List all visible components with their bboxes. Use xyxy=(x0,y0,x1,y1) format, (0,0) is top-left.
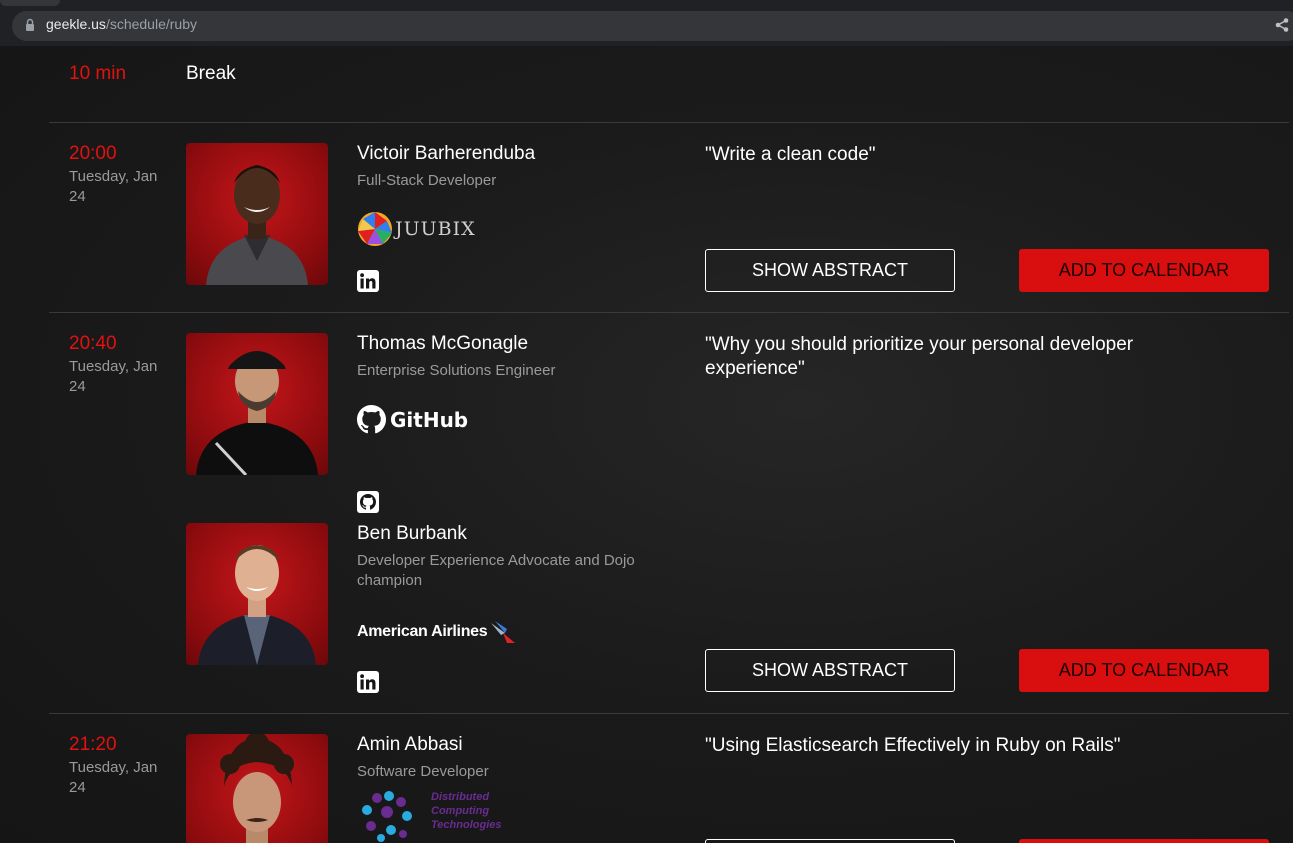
talk-title: "Why you should prioritize your personal… xyxy=(705,334,1134,379)
speaker-photo xyxy=(186,734,328,843)
linkedin-icon[interactable] xyxy=(357,671,379,693)
url-text[interactable]: geekle.us/schedule/ruby xyxy=(46,16,197,32)
speaker-portrait-icon xyxy=(206,165,308,285)
speaker-photo xyxy=(186,143,328,285)
row-divider xyxy=(49,713,1289,714)
url-host: geekle.us xyxy=(46,16,106,32)
add-to-calendar-button[interactable]: ADD TO CALENDAR xyxy=(1019,249,1269,292)
speaker-photo xyxy=(186,523,328,665)
session-date: Tuesday, Jan 24 xyxy=(69,358,158,395)
speaker-name: Ben Burbank xyxy=(357,523,467,544)
speaker-role: Developer Experience Advocate and Dojo c… xyxy=(357,552,635,589)
add-to-calendar-button[interactable] xyxy=(1019,839,1269,843)
linkedin-icon[interactable] xyxy=(357,270,379,292)
show-abstract-button[interactable]: SHOW ABSTRACT xyxy=(705,249,955,292)
schedule-page: 10 min Break 20:00 Tuesday, Jan 24 Victo… xyxy=(0,46,1293,843)
show-abstract-button[interactable] xyxy=(705,839,955,843)
show-abstract-button[interactable]: SHOW ABSTRACT xyxy=(705,649,955,692)
row-divider xyxy=(49,122,1289,123)
github-octocat-icon xyxy=(357,405,386,434)
browser-toolbar: geekle.us/schedule/ruby xyxy=(0,6,1293,46)
speaker-name: Victoir Barherenduba xyxy=(357,143,536,164)
session-date: Tuesday, Jan 24 xyxy=(69,168,158,205)
session-time: 20:40 xyxy=(69,333,117,354)
share-icon[interactable] xyxy=(1274,17,1290,33)
speaker-name: Thomas McGonagle xyxy=(357,333,529,354)
talk-title: "Using Elasticsearch Effectively in Ruby… xyxy=(705,735,1121,756)
company-logo-american-airlines: American Airlines xyxy=(357,619,517,645)
session-time: 21:20 xyxy=(69,734,117,755)
juubix-wordmark: JUUBIX xyxy=(395,218,476,240)
session-time: 20:00 xyxy=(69,143,117,164)
github-wordmark: GitHub xyxy=(390,407,469,432)
speaker-portrait-icon xyxy=(220,734,294,843)
speaker-portrait-icon xyxy=(198,545,316,665)
add-to-calendar-button[interactable]: ADD TO CALENDAR xyxy=(1019,649,1269,692)
american-airlines-wordmark: American Airlines xyxy=(357,623,488,640)
url-path: /schedule/ruby xyxy=(105,16,197,32)
company-logo-distributed-computing: Distributed Computing Technologies xyxy=(357,790,502,842)
talk-title: "Write a clean code" xyxy=(705,144,876,165)
speaker-role: Enterprise Solutions Engineer xyxy=(357,362,556,379)
break-label: Break xyxy=(186,63,236,84)
logo-line-3: Technologies xyxy=(431,819,502,831)
molecule-logo-icon xyxy=(362,791,412,842)
speaker-name: Amin Abbasi xyxy=(357,734,463,755)
flight-symbol-icon xyxy=(491,621,516,643)
break-duration: 10 min xyxy=(69,63,127,84)
company-logo-juubix: JUUBIX xyxy=(357,211,476,247)
session-date: Tuesday, Jan 24 xyxy=(69,759,158,796)
company-logo-github: GitHub xyxy=(357,405,468,434)
juubix-ball-icon xyxy=(358,212,392,246)
lock-icon[interactable] xyxy=(25,18,35,32)
speaker-role: Full-Stack Developer xyxy=(357,172,497,189)
github-icon[interactable] xyxy=(357,491,379,513)
logo-line-2: Computing xyxy=(431,805,490,817)
speaker-role: Software Developer xyxy=(357,763,489,780)
address-bar[interactable] xyxy=(12,11,1293,41)
distributed-computing-wordmark: Distributed Computing Technologies xyxy=(431,790,502,832)
row-divider xyxy=(49,312,1289,313)
logo-line-1: Distributed xyxy=(431,791,490,803)
speaker-portrait-icon xyxy=(196,351,318,475)
speaker-photo xyxy=(186,333,328,475)
